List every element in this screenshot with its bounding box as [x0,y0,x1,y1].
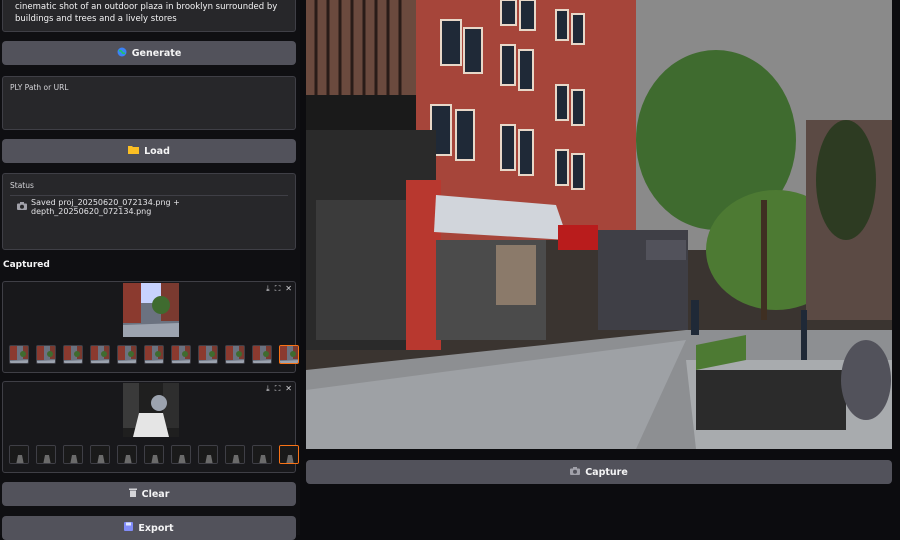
rgb-thumbnail[interactable] [36,345,56,364]
camera-icon [570,466,581,478]
camera-icon [17,201,27,213]
rgb-thumbnail[interactable] [9,345,29,364]
close-icon[interactable]: ✕ [285,384,292,394]
scene-render [306,0,892,449]
prompt-text: cinematic shot of an outdoor plaza in br… [15,2,278,24]
depth-thumbnail[interactable] [9,445,29,464]
ply-path-label: PLY Path or URL [10,83,69,92]
status-message: Saved proj_20250620_072134.png + depth_2… [17,198,288,216]
save-icon [124,522,134,534]
rgb-thumbnail[interactable] [171,345,191,364]
status-divider [10,195,288,196]
export-label: Export [138,522,174,534]
gallery-preview-rgb[interactable] [123,283,179,337]
depth-thumbnail[interactable] [252,445,272,464]
depth-thumbnail[interactable] [63,445,83,464]
ply-path-input[interactable] [10,92,288,116]
fullscreen-icon[interactable]: ⛶ [275,284,281,294]
left-panel: cinematic shot of an outdoor plaza in br… [0,0,300,540]
captured-rgb-gallery[interactable]: ⤓ ⛶ ✕ [2,281,299,373]
capture-label: Capture [585,466,628,478]
status-text: Saved proj_20250620_072134.png + depth_2… [31,198,180,216]
captured-depth-gallery[interactable]: ⤓ ⛶ ✕ [2,381,299,473]
captured-title: Captured [3,260,50,270]
clear-label: Clear [141,488,170,500]
rgb-thumbnail[interactable] [225,345,245,364]
prompt-textbox[interactable]: cinematic shot of an outdoor plaza in br… [2,0,296,32]
load-button[interactable]: Load [2,139,296,163]
thumbnail-strip-rgb [9,345,299,364]
capture-button[interactable]: Capture [306,460,892,484]
depth-thumbnail[interactable] [144,445,164,464]
gallery-toolbar: ⤓ ⛶ ✕ [266,284,292,294]
depth-thumbnail[interactable] [117,445,137,464]
gallery-toolbar-depth: ⤓ ⛶ ✕ [266,384,292,394]
export-button[interactable]: Export [2,516,296,540]
status-label: Status [10,181,34,190]
rgb-thumbnail[interactable] [144,345,164,364]
status-panel: Status Saved proj_20250620_072134.png + … [2,173,296,250]
depth-thumbnail[interactable] [36,445,56,464]
rgb-thumbnail[interactable] [63,345,83,364]
depth-thumbnail[interactable] [225,445,245,464]
trash-icon [128,488,137,500]
gallery-preview-depth[interactable] [123,383,179,437]
rgb-thumbnail[interactable] [198,345,218,364]
depth-thumbnail[interactable] [171,445,191,464]
generate-button[interactable]: Generate [2,41,296,65]
folder-icon [128,145,140,157]
rgb-thumbnail[interactable] [117,345,137,364]
depth-thumbnail[interactable] [90,445,110,464]
close-icon[interactable]: ✕ [285,284,292,294]
depth-thumbnail[interactable] [279,445,299,464]
thumbnail-strip-depth [9,445,299,464]
fullscreen-icon[interactable]: ⛶ [275,384,281,394]
rgb-thumbnail[interactable] [90,345,110,364]
download-icon[interactable]: ⤓ [266,384,270,394]
generate-label: Generate [131,47,182,59]
clear-button[interactable]: Clear [2,482,296,506]
ply-path-field[interactable]: PLY Path or URL [2,76,296,130]
rgb-thumbnail[interactable] [252,345,272,364]
rgb-thumbnail[interactable] [279,345,299,364]
depth-thumbnail[interactable] [198,445,218,464]
download-icon[interactable]: ⤓ [266,284,270,294]
globe-icon [117,47,127,60]
scene-viewport[interactable] [306,0,892,449]
load-label: Load [144,145,170,157]
